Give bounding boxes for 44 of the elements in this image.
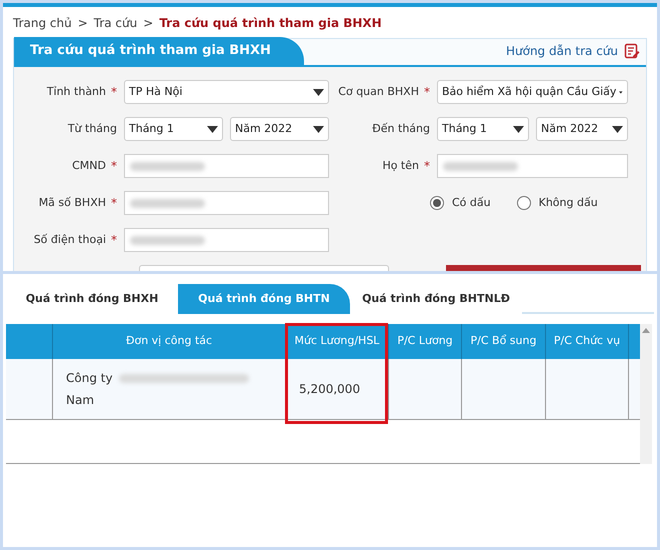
caret-icon: [313, 126, 324, 132]
input-field[interactable]: [124, 154, 329, 178]
edit-document-icon: [624, 43, 640, 59]
caret-icon: [612, 126, 623, 132]
radio-option[interactable]: Không dấu: [516, 194, 598, 212]
breadcrumb-link[interactable]: Tra cứu: [94, 14, 138, 32]
field-label: Từ tháng: [68, 120, 117, 137]
dropdown[interactable]: Năm 2022: [536, 117, 628, 141]
field-label: Đến tháng: [372, 120, 430, 137]
dropdown[interactable]: Bảo hiểm Xã hội quận Cầu Giấy: [437, 80, 628, 104]
caret-icon: [513, 126, 524, 132]
dropdown[interactable]: Năm 2022: [230, 117, 329, 141]
field-label: Họ tên: [382, 158, 419, 174]
caret-icon: [207, 126, 218, 132]
dropdown[interactable]: Tháng 1: [124, 117, 223, 141]
field-label: Số điện thoại: [34, 232, 106, 248]
dropdown[interactable]: TP Hà Nội: [124, 80, 329, 104]
required-mark: *: [111, 195, 117, 212]
required-mark: *: [424, 158, 430, 175]
required-mark: *: [111, 158, 117, 175]
field-label: Cơ quan BHXH: [338, 84, 419, 100]
input-field[interactable]: [124, 228, 329, 252]
field-label: Tỉnh thành: [46, 84, 106, 100]
required-mark: *: [111, 84, 117, 101]
panel-title: Tra cứu quá trình tham gia BHXH: [14, 37, 304, 65]
field-label: Mã số BHXH: [38, 194, 106, 211]
required-mark: *: [424, 84, 430, 101]
scrollbar[interactable]: [640, 324, 652, 464]
breadcrumb-separator: >: [143, 14, 154, 32]
scroll-up-icon[interactable]: [642, 328, 650, 333]
breadcrumb-separator: >: [78, 14, 88, 32]
table-cell: 5,200,000: [286, 359, 389, 419]
breadcrumb-link[interactable]: Trang chủ: [13, 14, 72, 32]
help-link[interactable]: Hướng dẫn tra cứu: [506, 42, 618, 60]
radio-option[interactable]: Có dấu: [430, 194, 491, 212]
table-cell-text: Công ty: [66, 370, 113, 387]
required-mark: *: [111, 232, 117, 249]
input-field[interactable]: [437, 154, 628, 178]
caret-icon: [313, 88, 324, 96]
field-label: CMND: [72, 158, 106, 174]
table-cell-text: Nam: [66, 392, 96, 409]
input-field[interactable]: [124, 191, 329, 215]
dropdown[interactable]: Tháng 1: [437, 117, 529, 141]
breadcrumb-current: Tra cứu quá trình tham gia BHXH: [159, 14, 382, 32]
